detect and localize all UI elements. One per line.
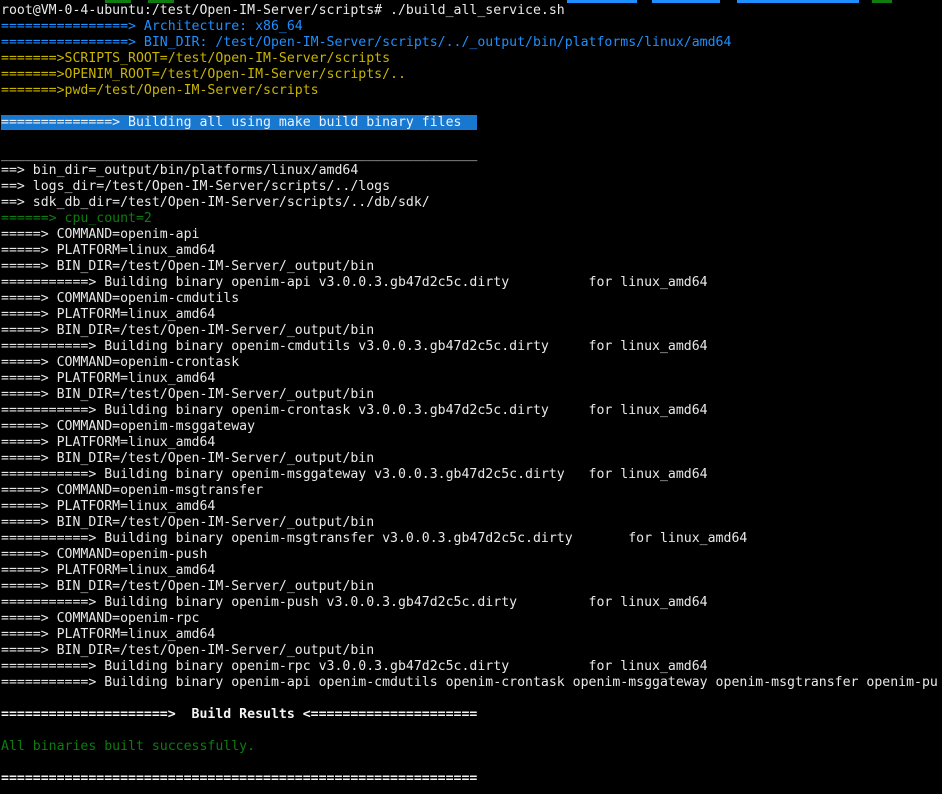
bin-dir-info-line: ================> BIN_DIR: /test/Open-IM… [1,35,942,51]
pwd-line: =======>pwd=/test/Open-IM-Server/scripts [1,83,942,99]
bin-dir-line: =====> BIN_DIR=/test/Open-IM-Server/_out… [1,643,942,659]
command-line: =====> COMMAND=openim-cmdutils [1,291,942,307]
building-binary-line: ===========> Building binary openim-rpc … [1,659,942,675]
bin-dir-line: =====> BIN_DIR=/test/Open-IM-Server/_out… [1,515,942,531]
scripts-root-line: =======>SCRIPTS_ROOT=/test/Open-IM-Serve… [1,51,942,67]
command-line: =====> COMMAND=openim-msggateway [1,419,942,435]
previous-line-fragments [0,0,942,3]
building-binary-line: ===========> Building binary openim-cron… [1,403,942,419]
blank-line [1,691,942,707]
text-fragment [652,0,720,3]
building-binary-line: ===========> Building binary openim-msgg… [1,467,942,483]
bin-dir-var-line: ==> bin_dir=_output/bin/platforms/linux/… [1,163,942,179]
build-all-banner: ==============> Building all using make … [1,115,942,131]
building-binary-line: ===========> Building binary openim-cmdu… [1,339,942,355]
blank-line [1,99,942,115]
text-fragment [872,0,892,3]
bin-dir-line: =====> BIN_DIR=/test/Open-IM-Server/_out… [1,323,942,339]
text-fragment [737,0,859,3]
building-binary-line: ===========> Building binary openim-msgt… [1,531,942,547]
underscore-separator: ________________________________________… [1,147,942,163]
blank-line [1,131,942,147]
platform-line: =====> PLATFORM=linux_amd64 [1,371,942,387]
highlighted-banner-text: ==============> Building all using make … [1,115,477,130]
blank-line [1,755,942,771]
platform-line: =====> PLATFORM=linux_amd64 [1,243,942,259]
terminal-output: root@VM-0-4-ubuntu:/test/Open-IM-Server/… [1,3,942,787]
text-fragment [105,0,131,3]
building-binary-line: ===========> Building binary openim-api … [1,275,942,291]
bin-dir-line: =====> BIN_DIR=/test/Open-IM-Server/_out… [1,579,942,595]
equals-separator: ========================================… [1,771,942,787]
command-line: =====> COMMAND=openim-rpc [1,611,942,627]
openim-root-line: =======>OPENIM_ROOT=/test/Open-IM-Server… [1,67,942,83]
platform-line: =====> PLATFORM=linux_amd64 [1,563,942,579]
terminal-screen[interactable]: root@VM-0-4-ubuntu:/test/Open-IM-Server/… [0,0,942,794]
bin-dir-line: =====> BIN_DIR=/test/Open-IM-Server/_out… [1,259,942,275]
success-message: All binaries built successfully. [1,739,942,755]
command-line: =====> COMMAND=openim-msgtransfer [1,483,942,499]
command-line: =====> COMMAND=openim-crontask [1,355,942,371]
platform-line: =====> PLATFORM=linux_amd64 [1,435,942,451]
logs-dir-var-line: ==> logs_dir=/test/Open-IM-Server/script… [1,179,942,195]
text-fragment [148,0,174,3]
command-line: =====> COMMAND=openim-push [1,547,942,563]
sdk-db-dir-var-line: ==> sdk_db_dir=/test/Open-IM-Server/scri… [1,195,942,211]
architecture-line: ================> Architecture: x86_64 [1,19,942,35]
platform-line: =====> PLATFORM=linux_amd64 [1,307,942,323]
building-all-binaries-line: ===========> Building binary openim-api … [1,675,942,691]
build-results-header: =====================> Build Results <==… [1,707,942,723]
command-line: =====> COMMAND=openim-api [1,227,942,243]
building-binary-line: ===========> Building binary openim-push… [1,595,942,611]
bin-dir-line: =====> BIN_DIR=/test/Open-IM-Server/_out… [1,451,942,467]
platform-line: =====> PLATFORM=linux_amd64 [1,499,942,515]
text-fragment [567,0,637,3]
cpu-count-line: ======> cpu_count=2 [1,211,942,227]
shell-prompt-line: root@VM-0-4-ubuntu:/test/Open-IM-Server/… [1,3,942,19]
platform-line: =====> PLATFORM=linux_amd64 [1,627,942,643]
blank-line [1,723,942,739]
bin-dir-line: =====> BIN_DIR=/test/Open-IM-Server/_out… [1,387,942,403]
